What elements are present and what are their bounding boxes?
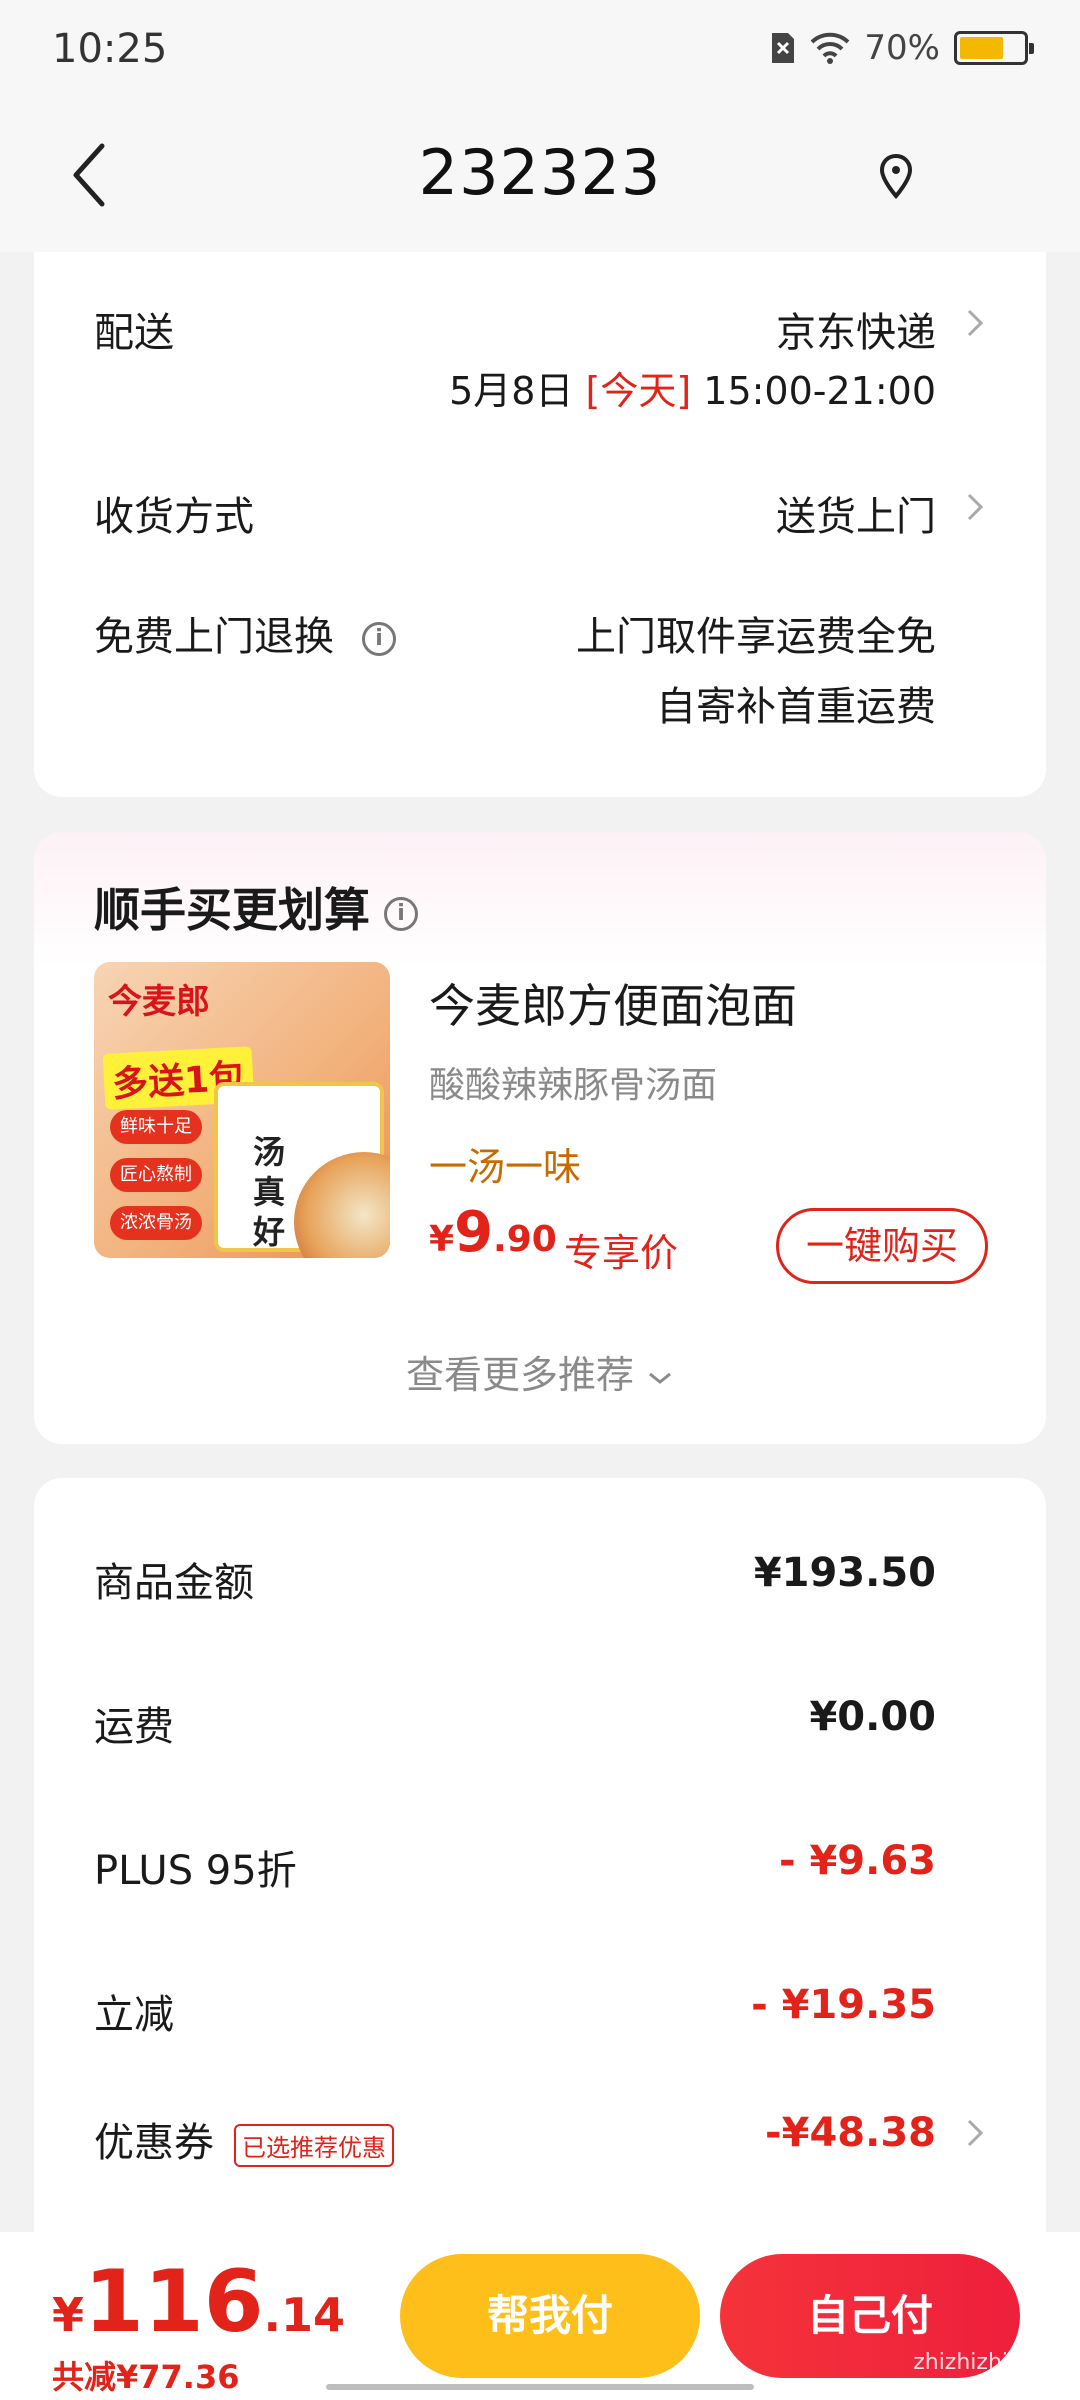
summary-label: 优惠券 (94, 2120, 214, 2166)
info-icon[interactable]: i (384, 896, 418, 931)
home-indicator[interactable] (326, 2384, 754, 2390)
product-name[interactable]: 今麦郎方便面泡面 (429, 970, 797, 1036)
price-decimal: .90 (493, 1219, 557, 1260)
summary-row: PLUS 95折 - ¥9.63 (34, 1838, 1046, 1898)
receive-method-label: 收货方式 (94, 494, 254, 540)
chevron-down-icon (649, 1372, 671, 1384)
free-return-label: 免费上门退换 i (94, 604, 396, 662)
total-decimal: .14 (263, 2288, 346, 2342)
chevron-right-icon[interactable] (966, 308, 984, 338)
page-title: 232323 (418, 136, 662, 209)
product-image-box-text: 汤真好 (252, 1133, 285, 1251)
one-click-buy-button[interactable]: 一键购买 (776, 1208, 988, 1284)
battery-percent: 70% (864, 28, 940, 68)
more-recommendations[interactable]: 查看更多推荐 (34, 1344, 1046, 1399)
reco-title-text: 顺手买更划算 (94, 883, 370, 937)
coupon-label-group: 优惠券 已选推荐优惠 (94, 2110, 394, 2168)
delivery-date: 5月8日 (449, 369, 574, 413)
product-image-tag: 浓浓骨汤 (110, 1206, 202, 1240)
chevron-right-icon[interactable] (966, 2118, 984, 2148)
product-image-tag: 鲜味十足 (110, 1110, 202, 1144)
free-return-text: 免费上门退换 (94, 614, 334, 660)
delivery-carrier[interactable]: 京东快递 (776, 300, 936, 358)
watermark: zhizhizhi.com (913, 2350, 1062, 2375)
chevron-right-icon[interactable] (966, 492, 984, 522)
wifi-icon (811, 32, 850, 64)
battery-icon (954, 31, 1034, 65)
summary-row: 运费 ¥0.00 (34, 1694, 1046, 1754)
summary-label: PLUS 95折 (94, 1848, 297, 1894)
free-return-line1: 上门取件享运费全免 (576, 614, 936, 660)
summary-label: 立减 (94, 1992, 174, 2038)
summary-value: ¥193.50 (753, 1550, 936, 1596)
delivery-time[interactable]: 5月8日 [今天] 15:00-21:00 (449, 360, 936, 415)
product-price: ¥9.90 (429, 1200, 557, 1265)
summary-row: 商品金额 ¥193.50 (34, 1550, 1046, 1610)
summary-value: - ¥19.35 (751, 1982, 936, 2028)
product-image-tag: 匠心熬制 (110, 1158, 202, 1192)
coupon-recommended-badge: 已选推荐优惠 (234, 2123, 394, 2167)
nav-bar: 232323 (0, 100, 1080, 252)
status-icons: 70% (770, 28, 1034, 68)
product-subtitle: 酸酸辣辣豚骨汤面 (429, 1065, 718, 1106)
summary-row: 立减 - ¥19.35 (34, 1982, 1046, 2042)
more-recommendations-label: 查看更多推荐 (405, 1353, 634, 1397)
recommendation-card: 顺手买更划算 i 今麦郎 多送1包 鲜味十足 匠心熬制 浓浓骨汤 汤真好 今麦郎方… (34, 832, 1046, 1444)
delivery-today: [今天] (585, 369, 692, 413)
price-integer: 9 (454, 1200, 494, 1265)
product-tag: 一汤一味 (429, 1145, 582, 1189)
summary-value: -¥48.38 (765, 2110, 936, 2156)
price-currency: ¥ (429, 1219, 455, 1260)
price-label: 专享价 (564, 1231, 679, 1275)
battery-level (960, 37, 1004, 59)
total-integer: 116 (84, 2252, 264, 2352)
status-bar: 10:25 70% (0, 0, 1080, 100)
delivery-label: 配送 (94, 310, 174, 356)
product-image-brand: 今麦郎 (108, 982, 210, 1022)
location-icon[interactable] (876, 152, 916, 202)
info-icon[interactable]: i (362, 622, 396, 656)
product-image[interactable]: 今麦郎 多送1包 鲜味十足 匠心熬制 浓浓骨汤 汤真好 (94, 962, 390, 1258)
free-return-line2: 自寄补首重运费 (656, 684, 936, 730)
delivery-window: 15:00-21:00 (703, 369, 936, 413)
delivery-card: 配送 京东快递 5月8日 [今天] 15:00-21:00 收货方式 送货上门 … (34, 252, 1046, 797)
reco-title: 顺手买更划算 i (94, 874, 418, 940)
receive-method-value[interactable]: 送货上门 (776, 484, 936, 542)
help-me-pay-button[interactable]: 帮我付 (400, 2254, 700, 2378)
coupon-row[interactable]: 优惠券 已选推荐优惠 -¥48.38 (34, 2110, 1046, 2170)
sim-icon (772, 33, 795, 63)
summary-label: 运费 (94, 1704, 174, 1750)
total-currency: ¥ (52, 2288, 85, 2342)
total-price: ¥116.14 (52, 2252, 345, 2352)
summary-value: ¥0.00 (809, 1694, 936, 1740)
status-time: 10:25 (52, 26, 168, 72)
summary-value: - ¥9.63 (778, 1838, 936, 1884)
price-summary-card: 商品金额 ¥193.50 运费 ¥0.00 PLUS 95折 - ¥9.63 立… (34, 1478, 1046, 2258)
summary-label: 商品金额 (94, 1560, 254, 1606)
total-saved: 共减¥77.36 (52, 2358, 240, 2396)
